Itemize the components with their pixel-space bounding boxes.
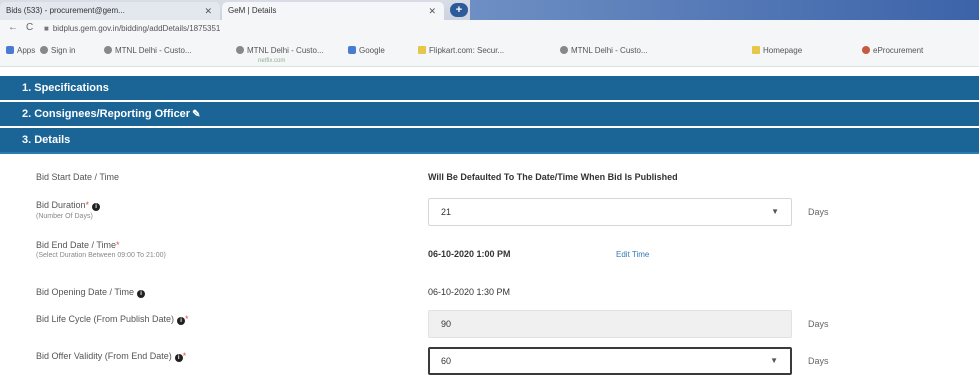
bid-duration-unit: Days [808,207,829,217]
apps-icon [6,46,14,54]
bid-start-label: Bid Start Date / Time [36,172,120,182]
bookmark-mtnl-2[interactable]: MTNL Delhi - Custo... [236,46,324,55]
google-icon [348,46,356,54]
title-bar-background [470,0,979,20]
bid-end-label: Bid End Date / Time* (Select Duration Be… [36,240,166,259]
bookmark-homepage[interactable]: Homepage [752,46,802,55]
bid-duration-select[interactable]: 21 ▼ [428,198,792,226]
bid-life-cycle-unit: Days [808,319,829,329]
browser-tab-bar: Bids (533) - procurement@gem... ✕ GeM | … [0,0,979,20]
bookmark-flipkart[interactable]: Flipkart.com: Secur... [418,46,504,55]
flag-icon [862,46,870,54]
bid-life-cycle-field[interactable]: 90 [428,310,792,338]
address-bar: ← C ■ bidplus.gem.gov.in/bidding/addDetai… [0,20,979,38]
globe-icon [104,46,112,54]
bid-start-value: Will Be Defaulted To The Date/Time When … [428,172,678,182]
bookmark-mtnl-1[interactable]: MTNL Delhi - Custo... [104,46,192,55]
back-icon[interactable]: ← [8,22,18,33]
bookmark-subtext: netfix.com [258,58,286,64]
bid-duration-value: 21 [441,207,452,217]
info-icon[interactable]: i [92,203,101,211]
section-divider [0,152,979,154]
bid-opening-label: Bid Opening Date / Time i [36,287,146,298]
bid-offer-validity-select[interactable]: 60 ▼ [428,347,792,375]
globe-icon [236,46,244,54]
bookmark-google[interactable]: Google [348,46,385,55]
info-icon[interactable]: i [174,354,183,362]
browser-tab-gem-details[interactable]: GeM | Details ✕ [222,2,444,20]
globe-icon [560,46,568,54]
bid-opening-value: 06-10-2020 1:30 PM [428,287,511,297]
section-consignees[interactable]: 2. Consignees/Reporting Officer ✎ [0,102,979,126]
reload-icon[interactable]: C [26,22,33,33]
info-icon[interactable]: i [137,290,146,298]
chevron-down-icon: ▼ [771,207,779,216]
globe-icon [40,46,48,54]
chevron-down-icon: ▼ [770,356,778,365]
bid-offer-validity-value: 60 [441,356,452,366]
bookmarks-bar: Apps Sign in MTNL Delhi - Custo... MTNL … [0,38,979,67]
edit-icon[interactable]: ✎ [192,109,200,120]
folder-icon [418,46,426,54]
bid-life-cycle-label: Bid Life Cycle (From Publish Date) i * [36,314,189,325]
url-field[interactable]: ■ bidplus.gem.gov.in/bidding/addDetails/1… [44,22,924,36]
section-title: 2. Consignees/Reporting Officer [22,108,191,120]
edit-time-link[interactable]: Edit Time [616,250,649,259]
bid-end-value: 06-10-2020 1:00 PM [428,249,511,259]
section-specifications[interactable]: 1. Specifications [0,76,979,100]
bookmark-mtnl-3[interactable]: MTNL Delhi - Custo... [560,46,648,55]
bookmark-eprocurement[interactable]: eProcurement [862,46,923,55]
url-text: bidplus.gem.gov.in/bidding/addDetails/18… [52,24,221,33]
section-title: 3. Details [22,134,71,146]
close-icon[interactable]: ✕ [204,2,212,20]
lock-icon: ■ [44,24,49,33]
info-icon[interactable]: i [177,317,186,325]
globe-icon [752,46,760,54]
bid-life-cycle-value: 90 [441,319,452,329]
bid-offer-validity-label: Bid Offer Validity (From End Date) i * [36,351,187,362]
bookmark-sign-in[interactable]: Sign in [40,46,75,55]
tab-title: GeM | Details [228,6,277,15]
new-tab-button[interactable]: + [450,3,468,17]
tab-title: Bids (533) - procurement@gem... [6,6,125,15]
bookmark-apps[interactable]: Apps [6,46,35,55]
bid-offer-validity-unit: Days [808,356,829,366]
browser-tab-bids[interactable]: Bids (533) - procurement@gem... ✕ [0,2,220,20]
section-details[interactable]: 3. Details [0,128,979,152]
close-icon[interactable]: ✕ [428,2,436,20]
section-title: 1. Specifications [22,82,109,94]
bid-duration-label: Bid Duration* i (Number Of Days) [36,200,101,220]
